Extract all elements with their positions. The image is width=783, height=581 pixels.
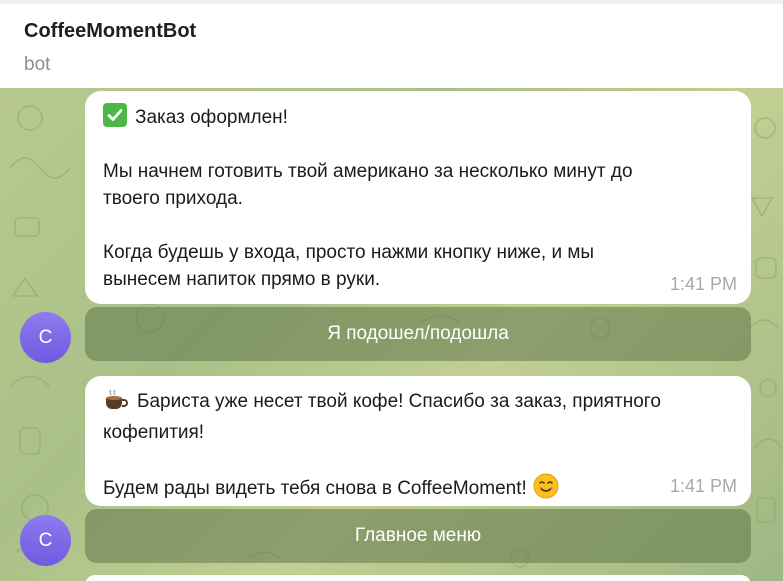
message-text: Бариста уже несет твой кофе! Спасибо за … (137, 391, 661, 412)
message-bubble: Бариста уже несет твой кофе! Спасибо за … (85, 376, 751, 506)
main-menu-button[interactable]: Главное меню (85, 509, 751, 563)
bot-avatar[interactable]: C (20, 515, 71, 566)
message-line: Мы начнем готовить твой американо за нес… (103, 161, 633, 182)
hot-beverage-emoji-icon (103, 389, 129, 419)
message-line: Заказ оформлен! (103, 103, 733, 131)
chat-title[interactable]: CoffeeMomentBot (24, 20, 196, 43)
message-line: Бариста уже несет твой кофе! Спасибо за … (103, 388, 733, 419)
smiling-face-emoji-icon (533, 473, 559, 507)
next-message-bubble-edge (85, 575, 751, 581)
message-bubble: Заказ оформлен! Мы начнем готовить твой … (85, 91, 751, 304)
message-line: вынесем напиток прямо в руки. (103, 269, 381, 290)
message-line: твоего прихода. (103, 188, 243, 209)
check-mark-emoji-icon (103, 103, 127, 127)
chat-area[interactable]: Заказ оформлен! Мы начнем готовить твой … (0, 88, 783, 581)
i-arrived-button[interactable]: Я подошел/подошла (85, 307, 751, 361)
message-text: Будем рады видеть тебя снова в CoffeeMom… (103, 478, 527, 499)
chat-subtitle: bot (24, 54, 51, 75)
message-line: Будем рады видеть тебя снова в CoffeeMom… (103, 473, 733, 507)
message-line: Когда будешь у входа, просто нажми кнопк… (103, 242, 595, 263)
avatar-letter: C (38, 529, 53, 551)
message-time: 1:41 PM (669, 476, 737, 496)
message-text: Заказ оформлен! (135, 107, 288, 128)
message-time: 1:41 PM (669, 274, 737, 294)
bot-avatar[interactable]: C (20, 312, 71, 363)
chat-header: CoffeeMomentBot bot (0, 0, 783, 88)
message-line: кофепития! (103, 422, 205, 443)
avatar-letter: C (38, 326, 53, 348)
